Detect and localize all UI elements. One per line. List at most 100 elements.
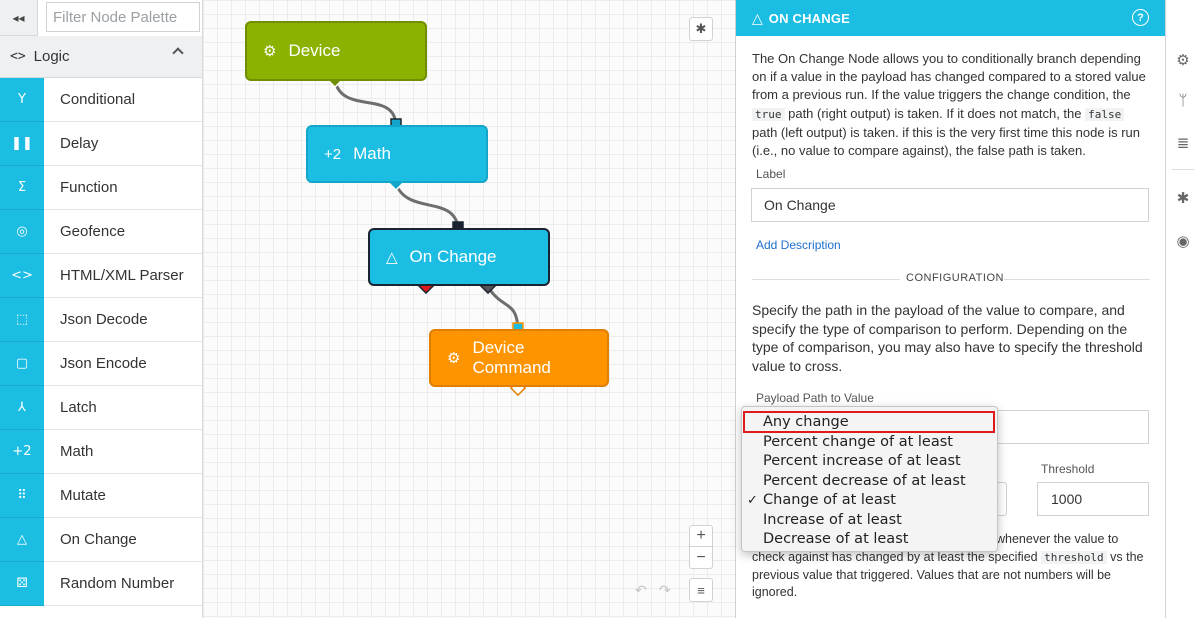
wire-onchange-to-devicecommand[interactable] <box>486 286 520 329</box>
palette-item-json-encode[interactable]: ▢ Json Encode <box>0 342 202 386</box>
flow-node-label: Math <box>353 144 391 163</box>
configuration-description: Specify the path in the payload of the v… <box>752 302 1143 374</box>
configuration-heading: CONFIGURATION <box>906 272 1004 284</box>
flow-node-label: Device <box>288 41 341 60</box>
option-label: Change of at least <box>763 492 896 508</box>
category-label: Logic <box>33 48 70 65</box>
dropdown-option-percent-change[interactable]: Percent change of at least <box>742 433 997 453</box>
database-icon[interactable]: ≣ <box>1173 133 1193 153</box>
palette-item-geofence[interactable]: ◎ Geofence <box>0 210 202 254</box>
threshold-caption: Threshold <box>1041 462 1095 476</box>
palette-item-on-change[interactable]: △ On Change <box>0 518 202 562</box>
mutate-icon: ⠿ <box>0 474 44 518</box>
option-label: Decrease of at least <box>763 531 909 547</box>
divider <box>1004 279 1150 280</box>
flow-node-math[interactable]: +2 Math <box>306 125 488 183</box>
dropdown-option-percent-increase[interactable]: Percent increase of at least <box>742 452 997 472</box>
description-text: path (left output) is taken. if this is … <box>752 124 1141 159</box>
palette-item-label: Json Encode <box>44 342 202 386</box>
node-description: The On Change Node allows you to conditi… <box>752 50 1150 160</box>
palette-item-label: Random Number <box>44 562 202 606</box>
zoom-in-button[interactable]: + <box>689 525 713 547</box>
checkmark-icon: ✓ <box>747 493 758 508</box>
collapse-palette-button[interactable]: ◂◂ <box>0 0 38 36</box>
menu-icon: ≡ <box>697 582 705 598</box>
wire-device-to-math[interactable] <box>333 80 398 125</box>
json-decode-icon: ⬚ <box>0 298 44 342</box>
debug-toggle-button[interactable]: ✱ <box>689 17 713 41</box>
canvas-menu-button[interactable]: ≡ <box>689 578 713 602</box>
plus-icon: + <box>696 527 706 544</box>
category-logic[interactable]: <> Logic <box>0 36 202 78</box>
dropdown-option-increase[interactable]: Increase of at least <box>742 511 997 531</box>
double-chevron-left-icon: ◂◂ <box>12 10 25 25</box>
triangle-icon: △ <box>0 518 44 562</box>
label-input[interactable] <box>751 188 1149 222</box>
flow-node-on-change[interactable]: △ On Change <box>368 228 550 286</box>
chip-icon: ⚙ <box>263 43 277 60</box>
description-text: path (right output) is taken. If it does… <box>784 105 1086 121</box>
sigma-icon: Σ <box>0 166 44 210</box>
latch-icon: ⅄ <box>0 386 44 430</box>
redo-icon[interactable]: ↷ <box>659 582 671 599</box>
divider <box>1172 169 1194 170</box>
palette-item-math[interactable]: +2 Math <box>0 430 202 474</box>
palette-item-function[interactable]: Σ Function <box>0 166 202 210</box>
palette-item-label: Geofence <box>44 210 202 254</box>
panel-title: ON CHANGE <box>768 10 851 26</box>
option-label: Percent decrease of at least <box>763 472 966 489</box>
palette-item-label: Conditional <box>44 78 202 122</box>
math-icon: +2 <box>0 430 44 474</box>
palette-item-latch[interactable]: ⅄ Latch <box>0 386 202 430</box>
label-caption: Label <box>756 167 786 181</box>
palette-item-label: On Change <box>44 518 202 562</box>
palette-item-label: HTML/XML Parser <box>44 254 202 298</box>
code-threshold: threshold <box>1041 550 1107 564</box>
math-icon: +2 <box>324 145 342 163</box>
code-true: true <box>752 107 785 121</box>
palette-item-random-number[interactable]: ⚄ Random Number <box>0 562 202 606</box>
palette-item-label: Mutate <box>44 474 202 518</box>
gear-icon[interactable]: ⚙ <box>1173 50 1193 70</box>
triangle-icon: △ <box>752 9 763 26</box>
help-icon[interactable]: ? <box>1132 9 1149 26</box>
wire-math-to-onchange[interactable] <box>394 183 460 228</box>
dropdown-option-change-of-at-least[interactable]: ✓ Change of at least <box>742 491 997 511</box>
flow-node-device-command[interactable]: ⚙ Device Command <box>429 329 609 387</box>
node-palette: ◂◂ <> Logic YConditional ❚❚Delay ΣFuncti… <box>0 0 203 618</box>
filter-node-palette-input[interactable] <box>46 2 200 32</box>
palette-item-label: Delay <box>44 122 202 166</box>
palette-item-delay[interactable]: ❚❚ Delay <box>0 122 202 166</box>
palette-item-json-decode[interactable]: ⬚ Json Decode <box>0 298 202 342</box>
palette-item-html-xml-parser[interactable]: <> HTML/XML Parser <box>0 254 202 298</box>
flow-node-label: On Change <box>409 247 497 266</box>
zoom-out-button[interactable]: − <box>689 547 713 569</box>
palette-item-mutate[interactable]: ⠿ Mutate <box>0 474 202 518</box>
flow-node-device[interactable]: ⚙ Device <box>245 21 427 81</box>
code-icon: <> <box>0 254 44 298</box>
chevron-up-icon <box>172 47 184 59</box>
branch-icon[interactable]: ᛘ <box>1173 90 1193 110</box>
option-label: Increase of at least <box>763 511 902 528</box>
palette-item-label: Math <box>44 430 202 474</box>
bug-icon: ✱ <box>695 21 707 36</box>
json-encode-icon: ▢ <box>0 342 44 386</box>
globe-icon[interactable]: ◉ <box>1173 231 1193 251</box>
triangle-icon: △ <box>386 249 398 266</box>
payload-path-caption: Payload Path to Value <box>756 391 874 405</box>
bug-icon[interactable]: ✱ <box>1173 188 1193 208</box>
target-icon: ◎ <box>0 210 44 254</box>
undo-icon[interactable]: ↶ <box>635 582 647 599</box>
flow-node-label: Device Command <box>472 338 551 377</box>
workflow-canvas[interactable]: ⚙ Device +2 Math △ On Change ⚙ Device Co… <box>203 0 736 618</box>
dropdown-option-decrease[interactable]: Decrease of at least <box>742 530 997 550</box>
pause-icon: ❚❚ <box>0 122 44 166</box>
palette-item-conditional[interactable]: Y Conditional <box>0 78 202 122</box>
threshold-input[interactable] <box>1037 482 1149 516</box>
add-description-link[interactable]: Add Description <box>756 238 841 252</box>
wire-layer <box>326 71 527 397</box>
option-label: Percent change of at least <box>763 433 953 450</box>
code-icon: <> <box>10 49 26 64</box>
option-label: Percent increase of at least <box>763 453 961 469</box>
dropdown-option-percent-decrease[interactable]: Percent decrease of at least <box>742 472 997 492</box>
